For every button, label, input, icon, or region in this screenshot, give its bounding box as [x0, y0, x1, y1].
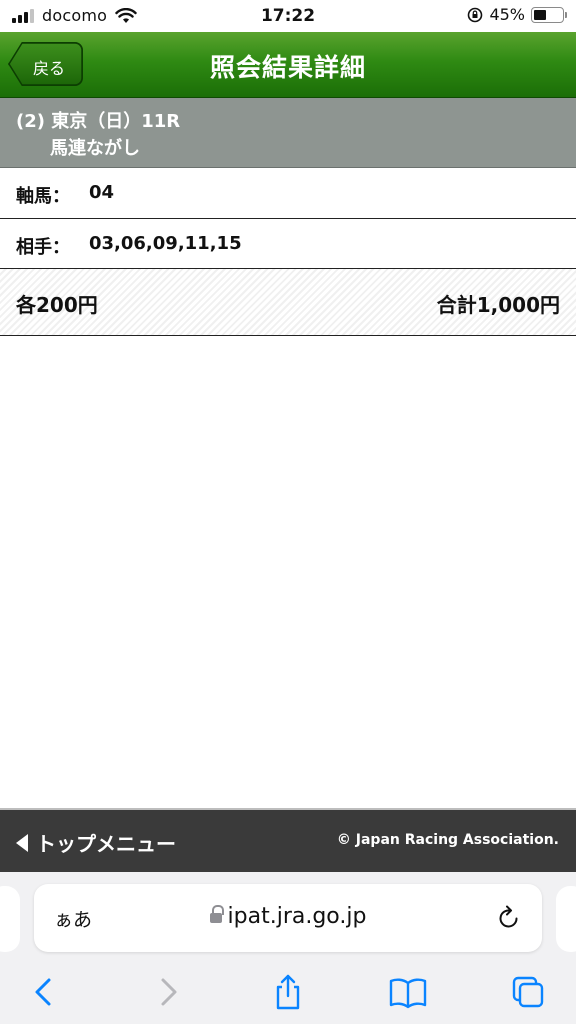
axis-horse-row: 軸馬： 04 — [0, 168, 576, 219]
lock-icon — [209, 905, 224, 924]
tabs-icon[interactable] — [508, 972, 548, 1012]
triangle-left-icon — [16, 833, 28, 852]
reload-icon[interactable] — [496, 904, 522, 932]
top-menu-link[interactable]: トップメニュー — [16, 828, 176, 857]
bet-type: 馬連ながし — [50, 138, 140, 159]
url-text: ipat.jra.go.jp — [227, 904, 367, 929]
race-info: (2) 東京（日）11R 馬連ながし — [0, 98, 576, 168]
amount-each: 各200円 — [16, 293, 98, 317]
previous-tab-peek[interactable] — [0, 886, 20, 952]
total-row: 各200円 合計1,000円 — [0, 269, 576, 336]
battery-percent: 45% — [489, 5, 525, 24]
partner-label: 相手： — [16, 237, 70, 258]
url-display[interactable]: ipat.jra.go.jp — [34, 904, 542, 929]
orientation-lock-icon — [468, 7, 483, 22]
battery-icon — [531, 6, 567, 23]
share-icon[interactable] — [268, 972, 308, 1012]
copyright: © Japan Racing Association. — [336, 832, 559, 848]
next-tab-peek[interactable] — [556, 886, 576, 952]
top-menu-label: トップメニュー — [36, 832, 176, 856]
browser-chrome: ぁあ ipat.jra.go.jp — [0, 872, 576, 1024]
footer: トップメニュー © Japan Racing Association. — [0, 808, 576, 872]
page-header: 戻る 照会結果詳細 — [0, 32, 576, 98]
status-bar: docomo 17:22 45% — [0, 0, 576, 32]
bookmarks-icon[interactable] — [388, 972, 428, 1012]
partner-row: 相手： 03,06,09,11,15 — [0, 219, 576, 269]
browser-toolbar — [0, 962, 576, 1022]
status-right: 45% — [467, 5, 567, 24]
axis-horse-label: 軸馬： — [16, 186, 70, 207]
page-title: 照会結果詳細 — [209, 53, 366, 82]
partner-value: 03,06,09,11,15 — [89, 233, 242, 254]
address-bar[interactable]: ぁあ ipat.jra.go.jp — [34, 884, 542, 952]
axis-horse-value: 04 — [89, 182, 115, 203]
amount-total: 合計1,000円 — [436, 293, 560, 317]
back-arrow-icon[interactable] — [24, 972, 64, 1012]
race-name: (2) 東京（日）11R — [16, 111, 181, 132]
forward-arrow-icon[interactable] — [148, 972, 188, 1012]
